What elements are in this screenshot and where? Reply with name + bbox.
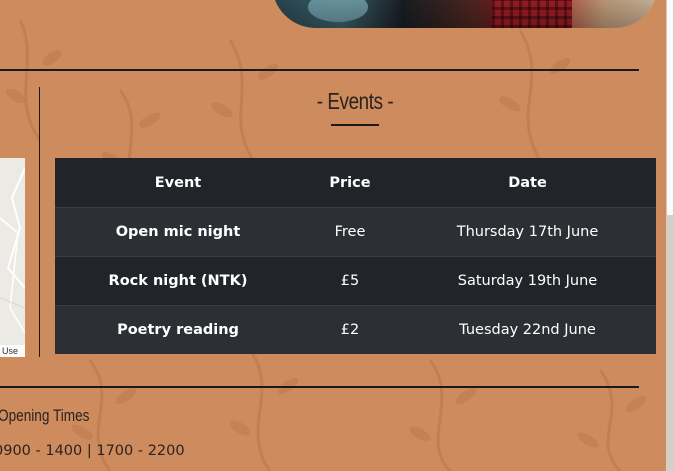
table-row: Open mic night Free Thursday 17th June	[55, 207, 656, 257]
column-header-date: Date	[399, 158, 656, 208]
events-heading-underline	[331, 124, 379, 126]
events-table: Event Price Date Open mic night Free Thu…	[55, 158, 656, 354]
event-name: Poetry reading	[55, 305, 301, 354]
event-price: £2	[301, 305, 399, 354]
bottom-divider	[0, 386, 639, 388]
scrollbar-thumb[interactable]	[666, 0, 673, 215]
map-terms-link[interactable]: Use	[0, 345, 25, 357]
event-price: £5	[301, 256, 399, 306]
event-price: Free	[301, 207, 399, 257]
opening-times-heading: Opening Times	[0, 406, 90, 425]
column-divider	[39, 87, 40, 357]
event-date: Thursday 17th June	[399, 207, 656, 257]
embedded-map[interactable]: Use	[0, 158, 25, 357]
photo-shade	[272, 0, 658, 28]
event-name: Rock night (NTK)	[55, 256, 301, 306]
event-date: Tuesday 22nd June	[399, 305, 656, 354]
events-heading: - Events -	[316, 88, 394, 114]
event-date: Saturday 19th June	[399, 256, 656, 306]
event-name: Open mic night	[55, 207, 301, 257]
map-roads	[0, 167, 25, 334]
scrollbar-track[interactable]	[666, 0, 674, 471]
column-header-price: Price	[301, 158, 399, 208]
hero-photo	[272, 0, 658, 28]
table-row: Rock night (NTK) £5 Saturday 19th June	[55, 256, 656, 306]
column-header-event: Event	[55, 158, 301, 208]
opening-hours-text: 0900 - 1400 | 1700 - 2200	[0, 443, 185, 459]
table-header-row: Event Price Date	[55, 158, 656, 208]
table-row: Poetry reading £2 Tuesday 22nd June	[55, 305, 656, 354]
top-divider	[0, 69, 639, 71]
